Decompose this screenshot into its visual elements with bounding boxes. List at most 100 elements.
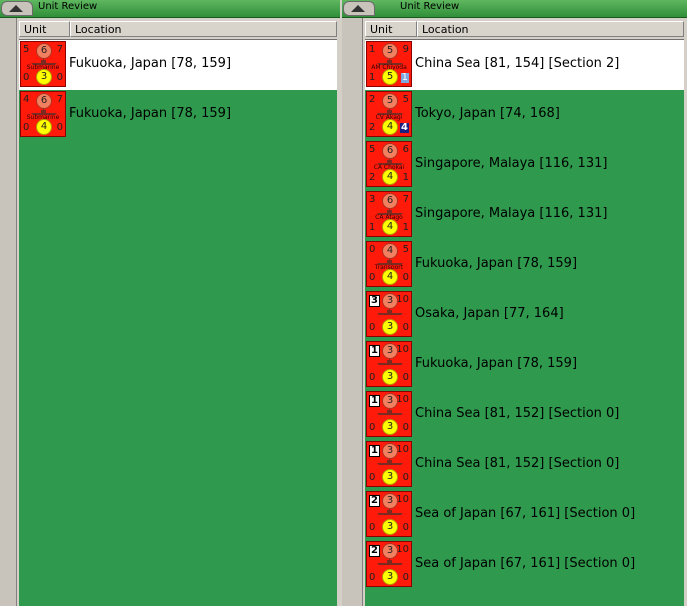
counter-bottom-left-value: 1 <box>369 72 376 83</box>
unit-location-text: China Sea [81, 154] [Section 2] <box>415 56 620 71</box>
counter-top-circle-value: 3 <box>382 393 398 409</box>
eject-icon <box>9 5 23 12</box>
right-unit-review-window: Unit Review Unit Location 1 9 5 AM Chiyoda 5… <box>342 0 687 606</box>
unit-counter[interactable]: 5 7 6 Submarine 3 0 0 <box>20 41 66 87</box>
unit-row[interactable]: 2 10 3 3 0 0 Sea of Japan [67, 161] [Section 0… <box>365 490 684 540</box>
counter-top-circle-value: 5 <box>382 43 398 59</box>
right-list-header: Unit Location <box>365 20 684 40</box>
unit-row[interactable]: 3 10 3 3 0 0 Osaka, Japan [77, 164] <box>365 290 684 340</box>
counter-top-right-value: 10 <box>396 544 409 555</box>
unit-row[interactable]: 2 5 5 CV Akagi 4 2 4 Tokyo, Japan [74, 168] <box>365 90 684 140</box>
unit-counter[interactable]: 3 7 6 CA Atago 4 1 1 <box>366 191 412 237</box>
counter-top-right-value: 10 <box>396 294 409 305</box>
unit-location-text: Sea of Japan [67, 161] [Section 0] <box>415 506 636 521</box>
right-frame-edge <box>342 18 363 606</box>
counter-top-right-value: 10 <box>396 344 409 355</box>
unit-counter[interactable]: 1 10 3 3 0 0 <box>366 341 412 387</box>
unit-counter[interactable]: 1 10 3 3 0 0 <box>366 391 412 437</box>
unit-counter[interactable]: 2 10 3 3 0 0 <box>366 491 412 537</box>
counter-bottom-circle-value: 4 <box>382 169 398 185</box>
counter-top-left-value: 3 <box>369 295 380 307</box>
counter-bottom-circle-value: 4 <box>36 119 52 135</box>
ship-silhouette-icon <box>377 359 403 365</box>
counter-bottom-circle-value: 3 <box>382 319 398 335</box>
counter-bottom-circle-value: 5 <box>382 69 398 85</box>
counter-bottom-circle-value: 3 <box>36 69 52 85</box>
counter-top-right-value: 9 <box>402 44 409 55</box>
counter-bottom-right-value: 1 <box>402 172 409 183</box>
unit-row[interactable]: 1 10 3 3 0 0 China Sea [81, 152] [Section 0] <box>365 440 684 490</box>
right-column-unit[interactable]: Unit <box>365 21 417 37</box>
unit-counter[interactable]: 1 10 3 3 0 0 <box>366 441 412 487</box>
unit-row[interactable]: 1 10 3 3 0 0 Fukuoka, Japan [78, 159] <box>365 340 684 390</box>
unit-row[interactable]: 1 9 5 AM Chiyoda 5 1 1 China Sea [81, 154] [Sec… <box>365 40 684 90</box>
ship-silhouette-icon <box>377 559 403 565</box>
counter-bottom-right-value: 0 <box>56 122 63 133</box>
counter-top-circle-value: 6 <box>36 93 52 109</box>
left-window-menu-button[interactable] <box>1 1 33 16</box>
counter-top-right-value: 7 <box>56 44 63 55</box>
unit-row[interactable]: 1 10 3 3 0 0 China Sea [81, 152] [Section 0] <box>365 390 684 440</box>
counter-top-left-value: 1 <box>369 44 376 55</box>
unit-row[interactable]: 5 6 6 CA Chokai 4 2 1 Singapore, Malaya [116, 1… <box>365 140 684 190</box>
counter-top-right-value: 10 <box>396 494 409 505</box>
unit-row[interactable]: 2 10 3 3 0 0 Sea of Japan [67, 161] [Section 0… <box>365 540 684 590</box>
counter-bottom-circle-value: 3 <box>382 569 398 585</box>
counter-top-left-value: 4 <box>23 94 30 105</box>
counter-bottom-right-value: 0 <box>402 522 409 533</box>
counter-top-left-value: 2 <box>369 545 380 557</box>
counter-top-circle-value: 3 <box>382 293 398 309</box>
unit-location-text: Singapore, Malaya [116, 131] <box>415 156 608 171</box>
counter-bottom-left-value: 2 <box>369 122 376 133</box>
counter-top-circle-value: 5 <box>382 93 398 109</box>
counter-top-left-value: 1 <box>369 395 380 407</box>
ship-silhouette-icon <box>377 459 403 465</box>
ship-silhouette-icon <box>377 409 403 415</box>
unit-location-text: Sea of Japan [67, 161] [Section 0] <box>415 556 636 571</box>
counter-bottom-circle-value: 4 <box>382 219 398 235</box>
unit-counter[interactable]: 0 5 4 Transport 4 0 0 <box>366 241 412 287</box>
counter-top-left-value: 5 <box>369 144 376 155</box>
counter-bottom-right-value: 0 <box>402 472 409 483</box>
counter-bottom-left-value: 0 <box>369 322 376 333</box>
counter-top-right-value: 10 <box>396 444 409 455</box>
unit-row[interactable]: 4 7 6 Submarine 4 0 0 Fukuoka, Japan [78, 159] <box>19 90 337 140</box>
counter-top-right-value: 10 <box>396 394 409 405</box>
left-column-unit[interactable]: Unit <box>19 21 70 37</box>
right-window-menu-button[interactable] <box>343 1 375 16</box>
left-column-location[interactable]: Location <box>70 21 337 37</box>
ship-silhouette-icon <box>377 309 403 315</box>
counter-top-right-value: 7 <box>402 194 409 205</box>
left-unit-list[interactable]: Unit Location 5 7 6 Submarine 3 0 0 Fukuoka, Ja… <box>19 20 337 606</box>
left-title-bar[interactable]: Unit Review <box>0 0 340 18</box>
right-title-bar[interactable]: Unit Review <box>342 0 687 18</box>
unit-counter[interactable]: 2 5 5 CV Akagi 4 2 4 <box>366 91 412 137</box>
counter-bottom-left-value: 1 <box>369 222 376 233</box>
eject-icon <box>351 5 365 12</box>
counter-top-circle-value: 3 <box>382 443 398 459</box>
unit-row[interactable]: 3 7 6 CA Atago 4 1 1 Singapore, Malaya [116, 13… <box>365 190 684 240</box>
unit-counter[interactable]: 3 10 3 3 0 0 <box>366 291 412 337</box>
counter-top-right-value: 5 <box>402 244 409 255</box>
unit-row[interactable]: 0 5 4 Transport 4 0 0 Fukuoka, Japan [78, 159] <box>365 240 684 290</box>
unit-counter[interactable]: 2 10 3 3 0 0 <box>366 541 412 587</box>
left-window-title: Unit Review <box>38 1 98 12</box>
unit-location-text: Singapore, Malaya [116, 131] <box>415 206 608 221</box>
counter-bottom-left-value: 0 <box>369 372 376 383</box>
counter-top-right-value: 6 <box>402 144 409 155</box>
right-column-location[interactable]: Location <box>417 21 684 37</box>
counter-bottom-right-value: 0 <box>402 422 409 433</box>
counter-bottom-left-value: 0 <box>369 422 376 433</box>
unit-counter[interactable]: 5 6 6 CA Chokai 4 2 1 <box>366 141 412 187</box>
unit-counter[interactable]: 4 7 6 Submarine 4 0 0 <box>20 91 66 137</box>
unit-location-text: Fukuoka, Japan [78, 159] <box>69 106 232 121</box>
unit-location-text: Osaka, Japan [77, 164] <box>415 306 564 321</box>
counter-top-left-value: 2 <box>369 94 376 105</box>
unit-row[interactable]: 5 7 6 Submarine 3 0 0 Fukuoka, Japan [78, 159] <box>19 40 337 90</box>
right-unit-list[interactable]: Unit Location 1 9 5 AM Chiyoda 5 1 1 China Sea … <box>365 20 684 606</box>
counter-top-circle-value: 3 <box>382 493 398 509</box>
unit-location-text: Fukuoka, Japan [78, 159] <box>69 56 232 71</box>
counter-bottom-right-value: 0 <box>402 322 409 333</box>
unit-counter[interactable]: 1 9 5 AM Chiyoda 5 1 1 <box>366 41 412 87</box>
unit-location-text: China Sea [81, 152] [Section 0] <box>415 456 620 471</box>
